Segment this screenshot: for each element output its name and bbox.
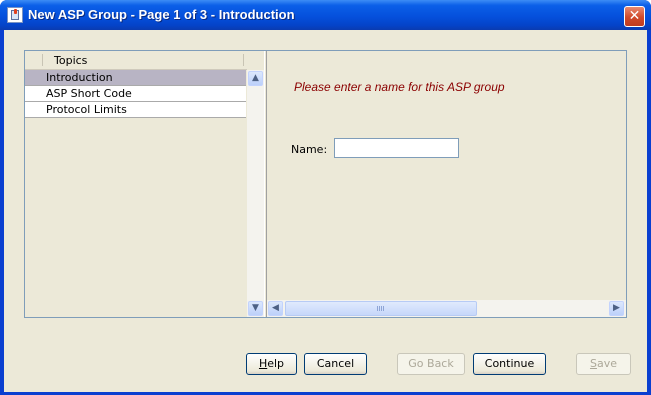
split-pane: Topics Introduction ASP Short Code Proto… [24,50,627,318]
name-input[interactable] [334,138,459,158]
save-button[interactable]: Save [576,353,631,375]
help-button[interactable]: Help [246,353,297,375]
scroll-down-button[interactable]: ▼ [248,301,263,316]
scroll-thumb[interactable] [285,301,477,316]
scroll-up-button[interactable]: ▲ [248,71,263,86]
content-pane: Please enter a name for this ASP group N… [267,51,626,317]
save-label: ave [596,357,617,370]
topics-column-header[interactable]: Topics [25,51,247,70]
topic-label: Protocol Limits [46,103,127,116]
topics-header-label: Topics [54,54,88,67]
continue-label: Continue [484,357,535,370]
column-separator [243,54,244,66]
dialog-window: New ASP Group - Page 1 of 3 - Introducti… [0,0,651,395]
instruction-text: Please enter a name for this ASP group [294,80,505,94]
continue-button[interactable]: Continue [473,353,546,375]
topic-item-protocol-limits[interactable]: Protocol Limits [25,102,246,118]
title-bar[interactable]: New ASP Group - Page 1 of 3 - Introducti… [0,0,651,30]
topics-pane: Topics Introduction ASP Short Code Proto… [25,51,264,317]
chevron-up-icon: ▲ [252,73,259,83]
scroll-right-button[interactable]: ▶ [609,301,624,316]
close-icon: ✕ [628,8,641,24]
chevron-down-icon: ▼ [252,303,259,313]
help-mnemonic: H [258,357,268,370]
column-separator [42,54,43,66]
java-app-icon [7,7,23,23]
topic-label: Introduction [46,71,113,84]
save-mnemonic: S [589,357,597,370]
go-back-button[interactable]: Go Back [397,353,465,375]
help-label: elp [267,357,285,370]
topic-item-asp-short-code[interactable]: ASP Short Code [25,86,246,102]
topics-list: Introduction ASP Short Code Protocol Lim… [25,70,246,118]
dialog-body: Topics Introduction ASP Short Code Proto… [4,30,647,392]
chevron-left-icon: ◀ [272,303,279,313]
go-back-label: Go Back [408,357,454,370]
topic-label: ASP Short Code [46,87,132,100]
topic-item-introduction[interactable]: Introduction [25,70,246,86]
scroll-left-button[interactable]: ◀ [268,301,283,316]
name-label: Name: [291,143,328,156]
window-title: New ASP Group - Page 1 of 3 - Introducti… [28,7,295,22]
close-button[interactable]: ✕ [624,6,645,27]
cancel-button[interactable]: Cancel [304,353,367,375]
content-horizontal-scrollbar[interactable]: ◀ ▶ [267,300,626,317]
cancel-label: Cancel [316,357,355,370]
chevron-right-icon: ▶ [613,303,620,313]
topics-vertical-scrollbar[interactable]: ▲ ▼ [247,70,264,317]
